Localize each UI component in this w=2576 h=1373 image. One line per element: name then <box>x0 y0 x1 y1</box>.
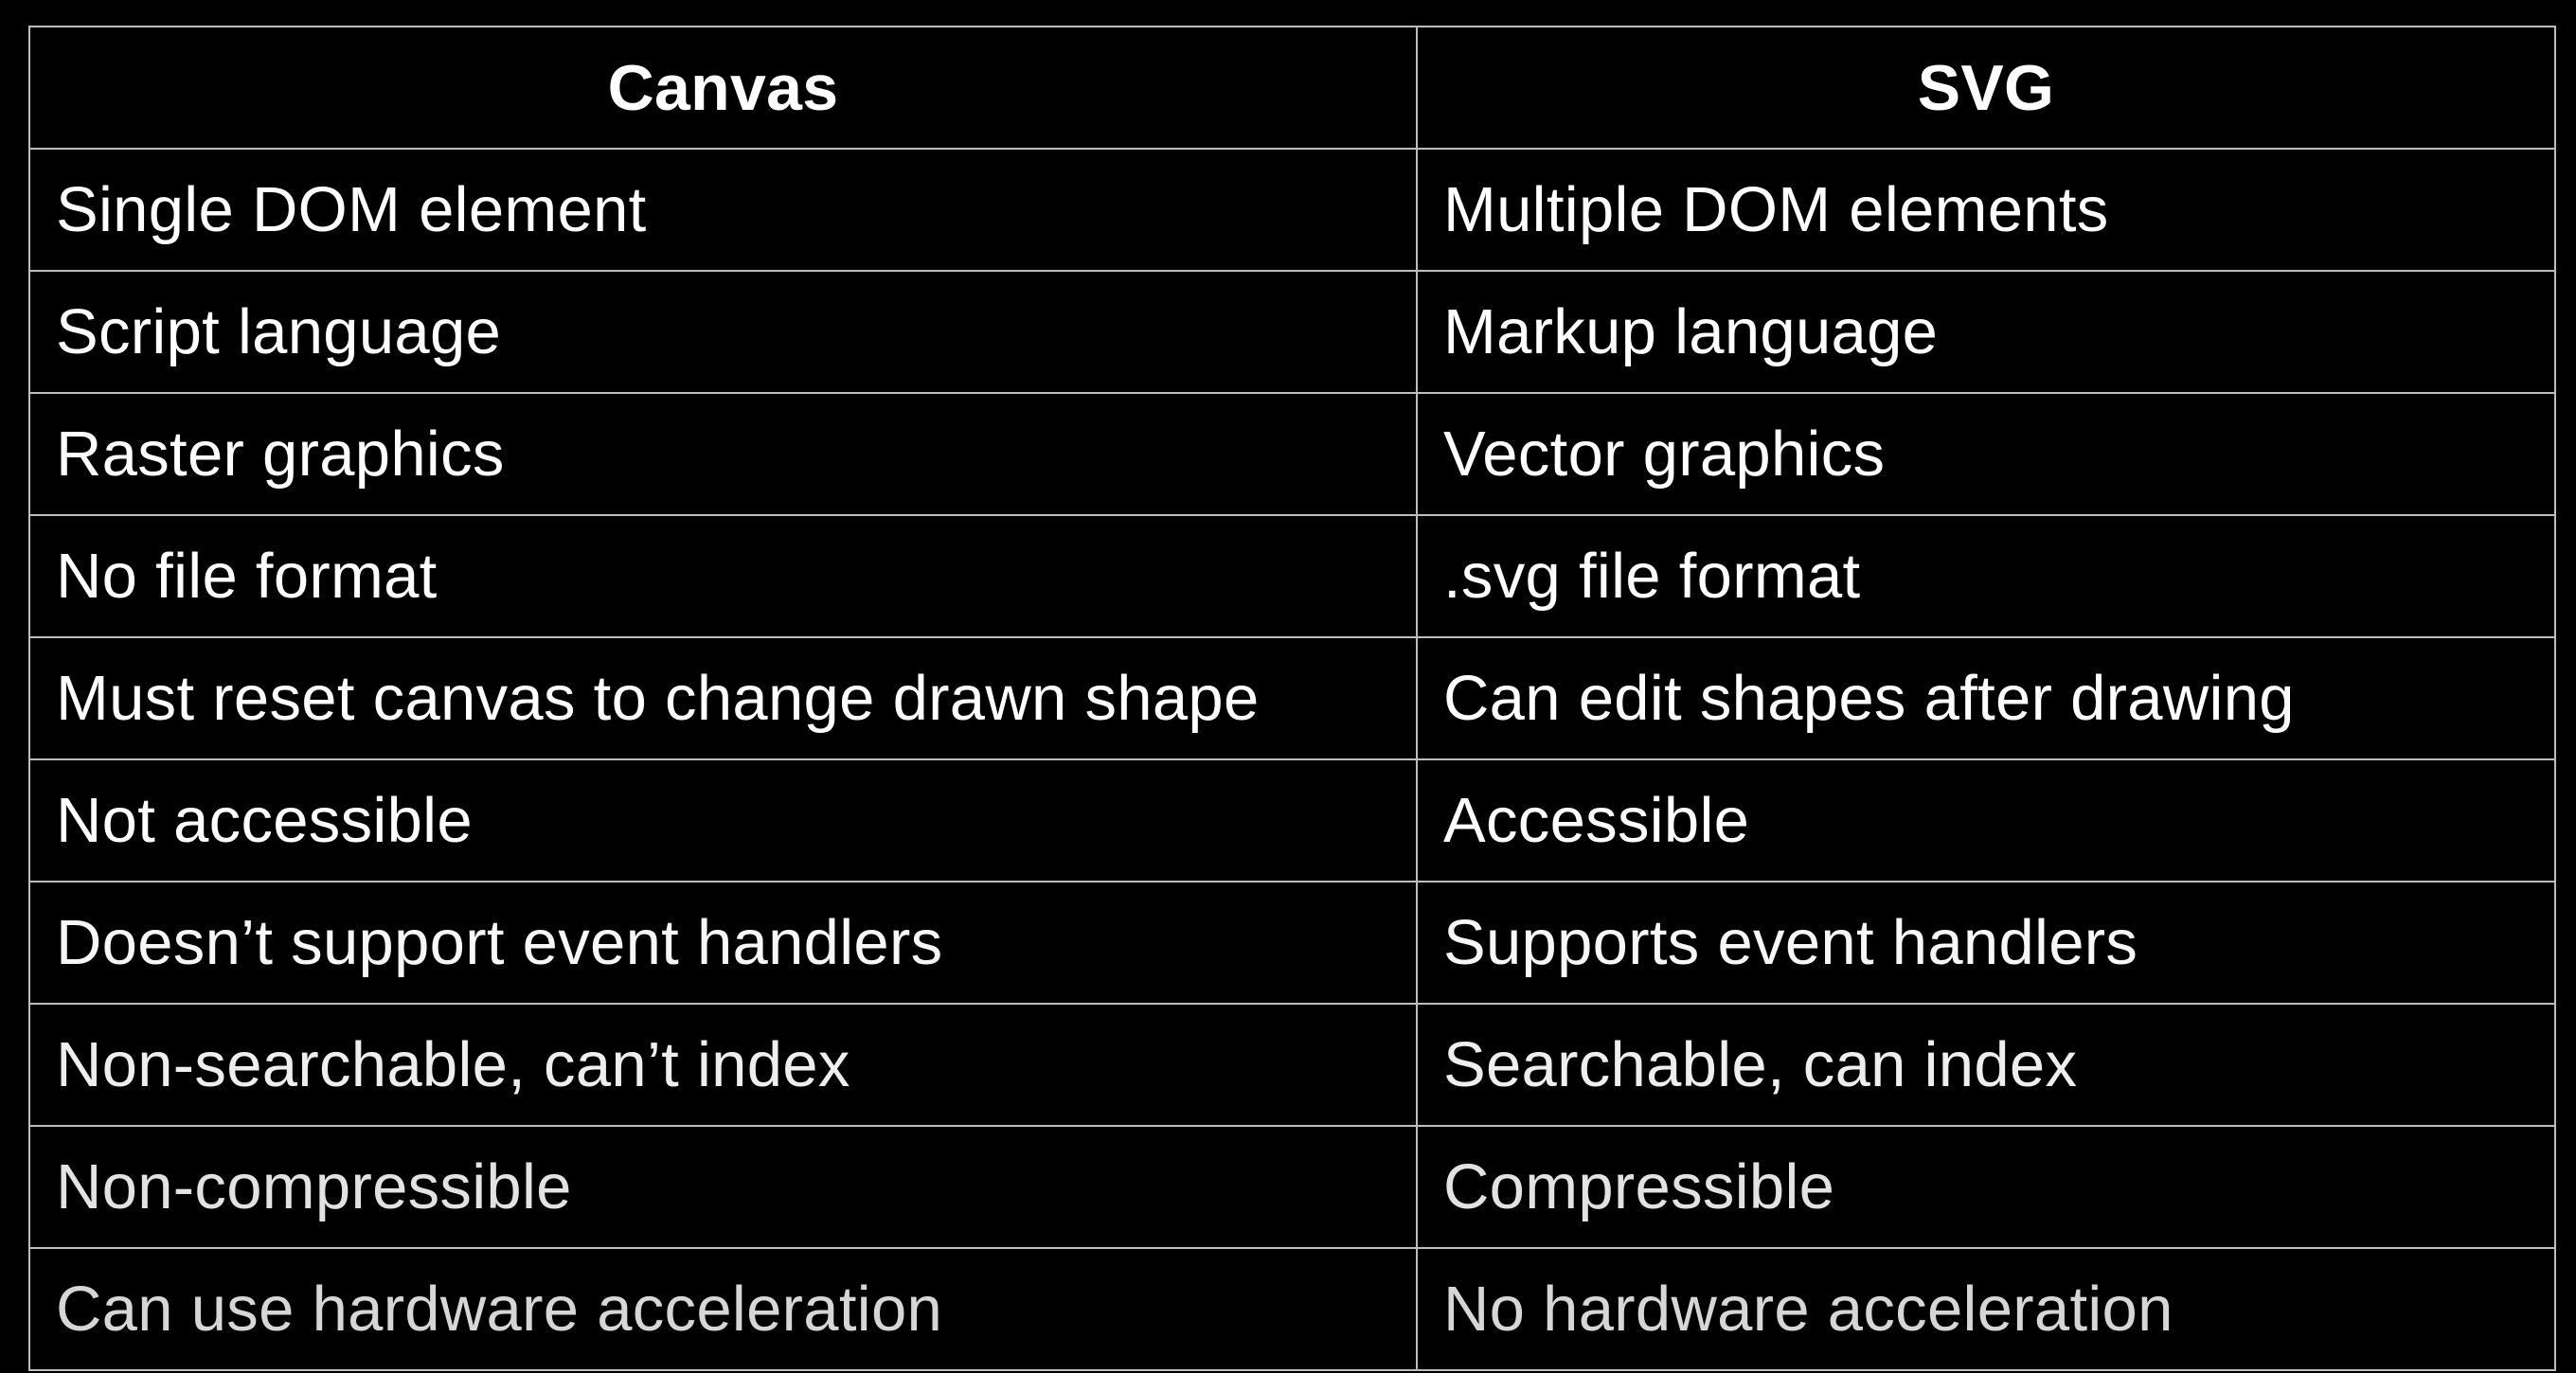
table-row: Script language Markup language <box>28 270 2556 394</box>
comparison-table-container: Canvas SVG Single DOM element Multiple D… <box>28 26 2556 1371</box>
svg-cell: Multiple DOM elements <box>1416 148 2556 272</box>
table-row: Raster graphics Vector graphics <box>28 392 2556 516</box>
canvas-cell: Must reset canvas to change drawn shape <box>28 636 1418 760</box>
svg-cell: .svg file format <box>1416 514 2556 638</box>
table-row: Not accessible Accessible <box>28 758 2556 883</box>
svg-cell: Accessible <box>1416 758 2556 883</box>
canvas-cell: Non-searchable, can’t index <box>28 1003 1418 1127</box>
canvas-cell: Non-compressible <box>28 1125 1418 1249</box>
table-row: Single DOM element Multiple DOM elements <box>28 148 2556 272</box>
svg-cell: Can edit shapes after drawing <box>1416 636 2556 760</box>
header-svg: SVG <box>1416 26 2556 150</box>
header-canvas: Canvas <box>28 26 1418 150</box>
canvas-cell: Single DOM element <box>28 148 1418 272</box>
canvas-cell: Script language <box>28 270 1418 394</box>
canvas-cell: Not accessible <box>28 758 1418 883</box>
table-row: No file format .svg file format <box>28 514 2556 638</box>
header-row: Canvas SVG <box>28 26 2556 150</box>
table-row: Non-compressible Compressible <box>28 1125 2556 1249</box>
comparison-table: Canvas SVG Single DOM element Multiple D… <box>28 26 2556 1371</box>
table-row: Doesn’t support event handlers Supports … <box>28 881 2556 1005</box>
table-row: Non-searchable, can’t index Searchable, … <box>28 1003 2556 1127</box>
svg-cell: Supports event handlers <box>1416 881 2556 1005</box>
canvas-cell: Doesn’t support event handlers <box>28 881 1418 1005</box>
svg-cell: No hardware acceleration <box>1416 1247 2556 1371</box>
svg-cell: Searchable, can index <box>1416 1003 2556 1127</box>
canvas-cell: Raster graphics <box>28 392 1418 516</box>
svg-cell: Vector graphics <box>1416 392 2556 516</box>
svg-cell: Markup language <box>1416 270 2556 394</box>
svg-cell: Compressible <box>1416 1125 2556 1249</box>
canvas-cell: Can use hardware acceleration <box>28 1247 1418 1371</box>
table-row: Can use hardware acceleration No hardwar… <box>28 1247 2556 1371</box>
table-row: Must reset canvas to change drawn shape … <box>28 636 2556 760</box>
canvas-cell: No file format <box>28 514 1418 638</box>
